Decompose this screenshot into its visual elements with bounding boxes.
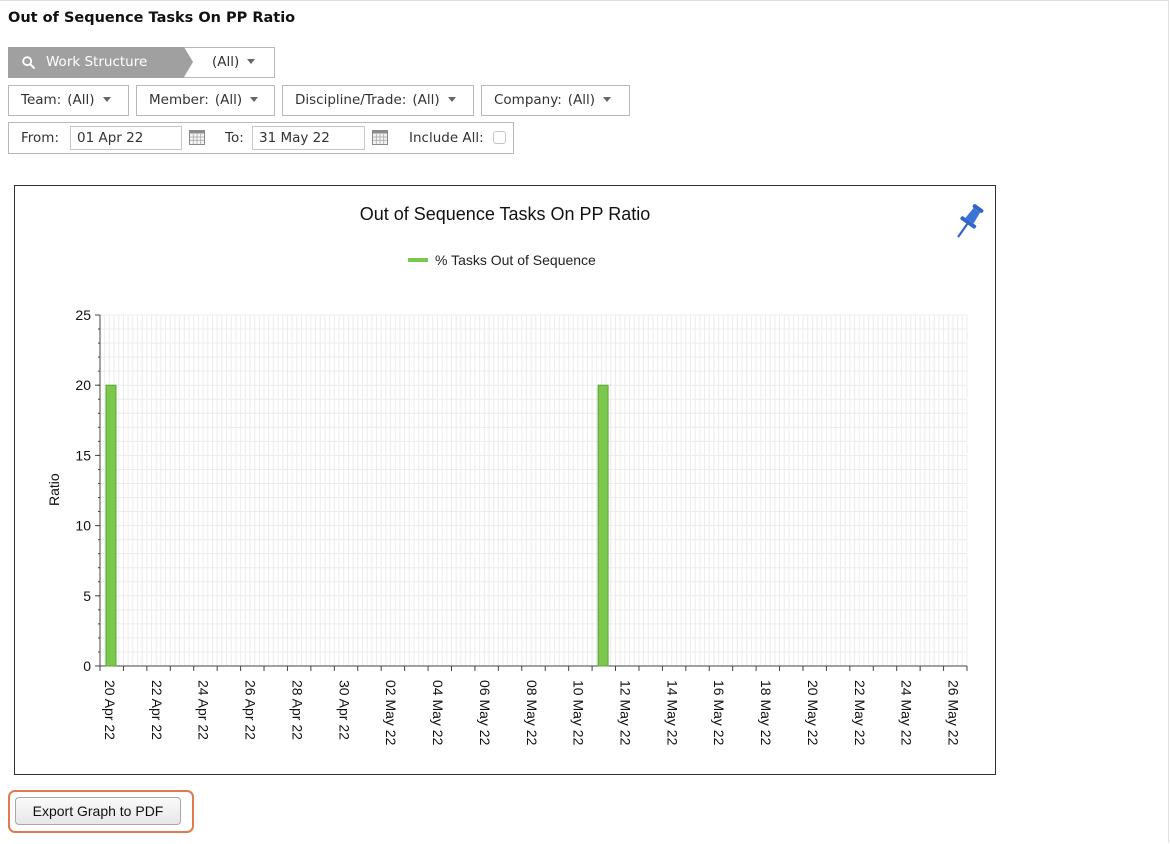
calendar-icon[interactable] bbox=[372, 130, 388, 145]
x-tick-label: 08 May 22 bbox=[524, 680, 540, 746]
x-tick-label: 06 May 22 bbox=[477, 680, 493, 746]
discipline-dropdown[interactable]: Discipline/Trade: (All) bbox=[282, 85, 474, 116]
team-label: Team: bbox=[21, 92, 62, 108]
x-tick-label: 22 May 22 bbox=[852, 680, 868, 746]
x-tick-label: 24 May 22 bbox=[899, 680, 915, 746]
date-range-filter: From: 01 Apr 22 To: 31 May 22 Include Al… bbox=[8, 122, 514, 154]
chart-plot: 0 5 10 15 20 25 20 Apr 22 22 Apr 22 24 Apr 22 26 … bbox=[75, 307, 968, 746]
calendar-icon[interactable] bbox=[189, 130, 205, 145]
discipline-label: Discipline/Trade: bbox=[295, 92, 407, 108]
y-tick-label: 20 bbox=[75, 377, 91, 393]
export-pdf-button[interactable]: Export Graph to PDF bbox=[15, 797, 181, 825]
x-tick-label: 14 May 22 bbox=[664, 680, 680, 746]
x-tick-label: 20 May 22 bbox=[805, 680, 821, 746]
company-value: (All) bbox=[567, 92, 596, 108]
caret-down-icon bbox=[603, 96, 612, 102]
from-date-input[interactable]: 01 Apr 22 bbox=[70, 126, 182, 150]
search-icon bbox=[22, 56, 35, 69]
work-structure-label: Work Structure bbox=[46, 54, 148, 70]
from-label: From: bbox=[21, 130, 59, 146]
x-tick-label: 18 May 22 bbox=[758, 680, 774, 746]
include-all-label: Include All: bbox=[409, 130, 484, 146]
caret-down-icon bbox=[247, 58, 256, 64]
x-tick-label: 26 May 22 bbox=[946, 680, 962, 746]
page-title: Out of Sequence Tasks On PP Ratio bbox=[8, 10, 296, 26]
bar bbox=[597, 384, 609, 667]
x-tick-label: 30 Apr 22 bbox=[336, 680, 352, 740]
x-tick-label: 26 Apr 22 bbox=[243, 680, 259, 740]
work-structure-dropdown[interactable]: (All) bbox=[212, 48, 256, 77]
y-tick-label: 10 bbox=[75, 518, 91, 534]
x-tick-label: 28 Apr 22 bbox=[289, 680, 305, 740]
y-tick-label: 5 bbox=[83, 588, 91, 604]
x-tick-label: 12 May 22 bbox=[618, 680, 634, 746]
y-tick-label: 0 bbox=[83, 658, 91, 674]
work-structure-filter[interactable]: Work Structure (All) bbox=[8, 47, 275, 78]
member-dropdown[interactable]: Member: (All) bbox=[136, 85, 275, 116]
include-all-checkbox[interactable] bbox=[493, 131, 506, 144]
x-tick-label: 22 Apr 22 bbox=[149, 680, 165, 740]
discipline-value: (All) bbox=[412, 92, 440, 108]
to-label: To: bbox=[225, 130, 244, 146]
team-dropdown[interactable]: Team: (All) bbox=[8, 85, 129, 116]
x-tick-label: 10 May 22 bbox=[571, 680, 587, 746]
x-tick-label: 24 Apr 22 bbox=[196, 680, 212, 740]
member-label: Member: bbox=[149, 92, 209, 108]
x-tick-label: 02 May 22 bbox=[383, 680, 399, 746]
caret-down-icon bbox=[447, 96, 456, 102]
y-tick-label: 15 bbox=[75, 447, 91, 463]
team-value: (All) bbox=[67, 92, 95, 108]
company-label: Company: bbox=[494, 92, 562, 108]
x-tick-label: 20 Apr 22 bbox=[102, 680, 118, 740]
member-value: (All) bbox=[214, 92, 243, 108]
chart-panel: Out of Sequence Tasks On PP Ratio % Task… bbox=[14, 185, 996, 775]
work-structure-button[interactable]: Work Structure bbox=[8, 47, 193, 78]
to-date-input[interactable]: 31 May 22 bbox=[252, 126, 365, 150]
export-highlight: Export Graph to PDF bbox=[8, 790, 194, 833]
x-tick-label: 04 May 22 bbox=[430, 680, 446, 746]
company-dropdown[interactable]: Company: (All) bbox=[481, 85, 630, 116]
y-tick-label: 25 bbox=[75, 307, 91, 323]
work-structure-value: (All) bbox=[212, 54, 240, 70]
caret-down-icon bbox=[250, 96, 259, 102]
caret-down-icon bbox=[102, 96, 111, 102]
bar bbox=[105, 384, 117, 667]
x-tick-label: 16 May 22 bbox=[711, 680, 727, 746]
